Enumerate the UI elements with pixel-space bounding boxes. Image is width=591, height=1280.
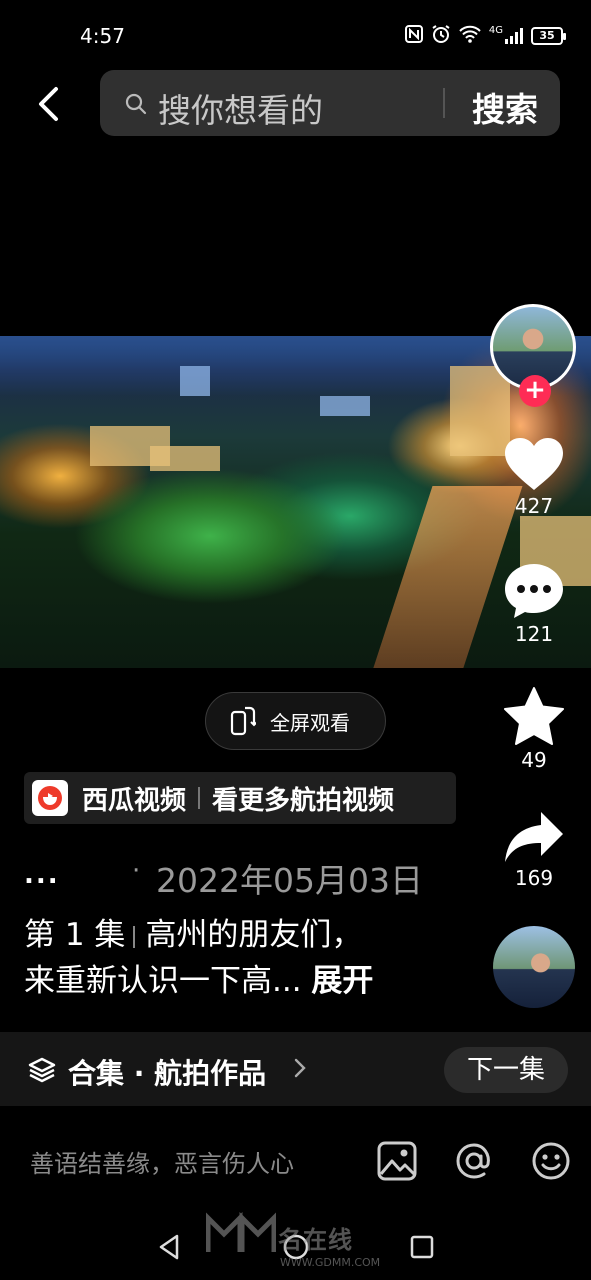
signal-icon xyxy=(505,28,523,44)
source-name: 西瓜视频 xyxy=(82,785,187,816)
collection-label: 合集 · 航拍作品 xyxy=(68,1057,267,1090)
video-building xyxy=(320,396,370,416)
episode-separator xyxy=(133,925,136,948)
next-episode-button[interactable]: 下一集 xyxy=(444,1047,568,1093)
watermark-text: 名在线 xyxy=(278,1226,353,1254)
battery-icon: 35 xyxy=(531,27,566,45)
source-cta: 看更多航拍视频 xyxy=(212,785,395,816)
comment-button[interactable]: 121 xyxy=(494,562,574,646)
nfc-icon xyxy=(404,25,423,47)
watermark-url: WWW.GDMM.COM xyxy=(280,1256,381,1269)
status-icons: 4G 35 xyxy=(404,24,566,48)
description-line1: 高州的朋友们， xyxy=(145,917,363,953)
wifi-icon xyxy=(459,25,481,47)
xigua-logo-icon xyxy=(32,780,68,816)
emoji-icon[interactable] xyxy=(530,1140,572,1182)
post-date: 2022年05月03日 xyxy=(156,861,423,900)
layers-icon xyxy=(28,1057,56,1083)
source-separator xyxy=(198,787,201,809)
expand-button[interactable]: 展开 xyxy=(311,963,373,999)
back-button[interactable] xyxy=(26,82,70,126)
chevron-left-icon xyxy=(39,87,58,121)
rotate-screen-icon xyxy=(230,706,256,736)
episode-avatar[interactable] xyxy=(493,926,575,1008)
image-icon[interactable] xyxy=(376,1140,418,1182)
episode-label: 第 1 集 xyxy=(24,917,126,953)
favorite-count: 49 xyxy=(521,748,547,772)
more-ellipsis[interactable]: ... xyxy=(24,860,60,890)
like-count: 427 xyxy=(514,494,554,518)
status-time: 4:57 xyxy=(80,24,125,48)
heart-icon xyxy=(505,438,563,490)
search-button[interactable]: 搜索 xyxy=(472,83,538,131)
share-button[interactable]: 169 xyxy=(494,810,574,890)
video-building xyxy=(180,366,210,396)
search-input[interactable]: 搜你想看的 xyxy=(158,84,323,132)
mention-icon[interactable] xyxy=(453,1140,495,1182)
collection-bar[interactable]: 合集 · 航拍作品 下一集 xyxy=(0,1032,591,1106)
nav-recents-icon[interactable] xyxy=(407,1232,437,1262)
follow-button[interactable]: + xyxy=(519,375,551,407)
nav-back-icon[interactable] xyxy=(155,1232,185,1262)
alarm-icon xyxy=(431,24,451,48)
comment-input[interactable]: 善语结善缘，恶言伤人心 xyxy=(30,1144,294,1179)
meta-line: ... · 2022年05月03日 xyxy=(24,852,484,900)
search-divider xyxy=(443,88,445,118)
status-bar: 4:57 4G 35 xyxy=(0,0,591,70)
comment-count: 121 xyxy=(514,622,554,646)
like-button[interactable]: 427 xyxy=(494,436,574,518)
watermark-logo-icon xyxy=(206,1212,276,1252)
search-bar[interactable]: 搜你想看的 搜索 xyxy=(100,70,560,136)
star-icon xyxy=(504,687,564,745)
fullscreen-button[interactable]: 全屏观看 xyxy=(205,692,386,750)
share-count: 169 xyxy=(514,866,554,890)
fullscreen-label: 全屏观看 xyxy=(270,710,350,735)
watermark: 名在线 WWW.GDMM.COM xyxy=(200,1206,400,1276)
source-tag[interactable]: 西瓜视频 看更多航拍视频 xyxy=(24,772,456,824)
description-line2: 来重新认识一下高... xyxy=(24,963,302,999)
video-description: 第 1 集高州的朋友们， 来重新认识一下高... 展开 xyxy=(24,912,454,1004)
search-icon xyxy=(125,93,147,115)
date-separator: · xyxy=(132,856,141,886)
network-type: 4G xyxy=(488,24,503,36)
chevron-right-icon xyxy=(294,1058,306,1078)
video-building xyxy=(150,446,220,471)
comment-icon xyxy=(505,564,563,618)
favorite-button[interactable]: 49 xyxy=(494,686,574,772)
share-icon xyxy=(505,812,563,862)
